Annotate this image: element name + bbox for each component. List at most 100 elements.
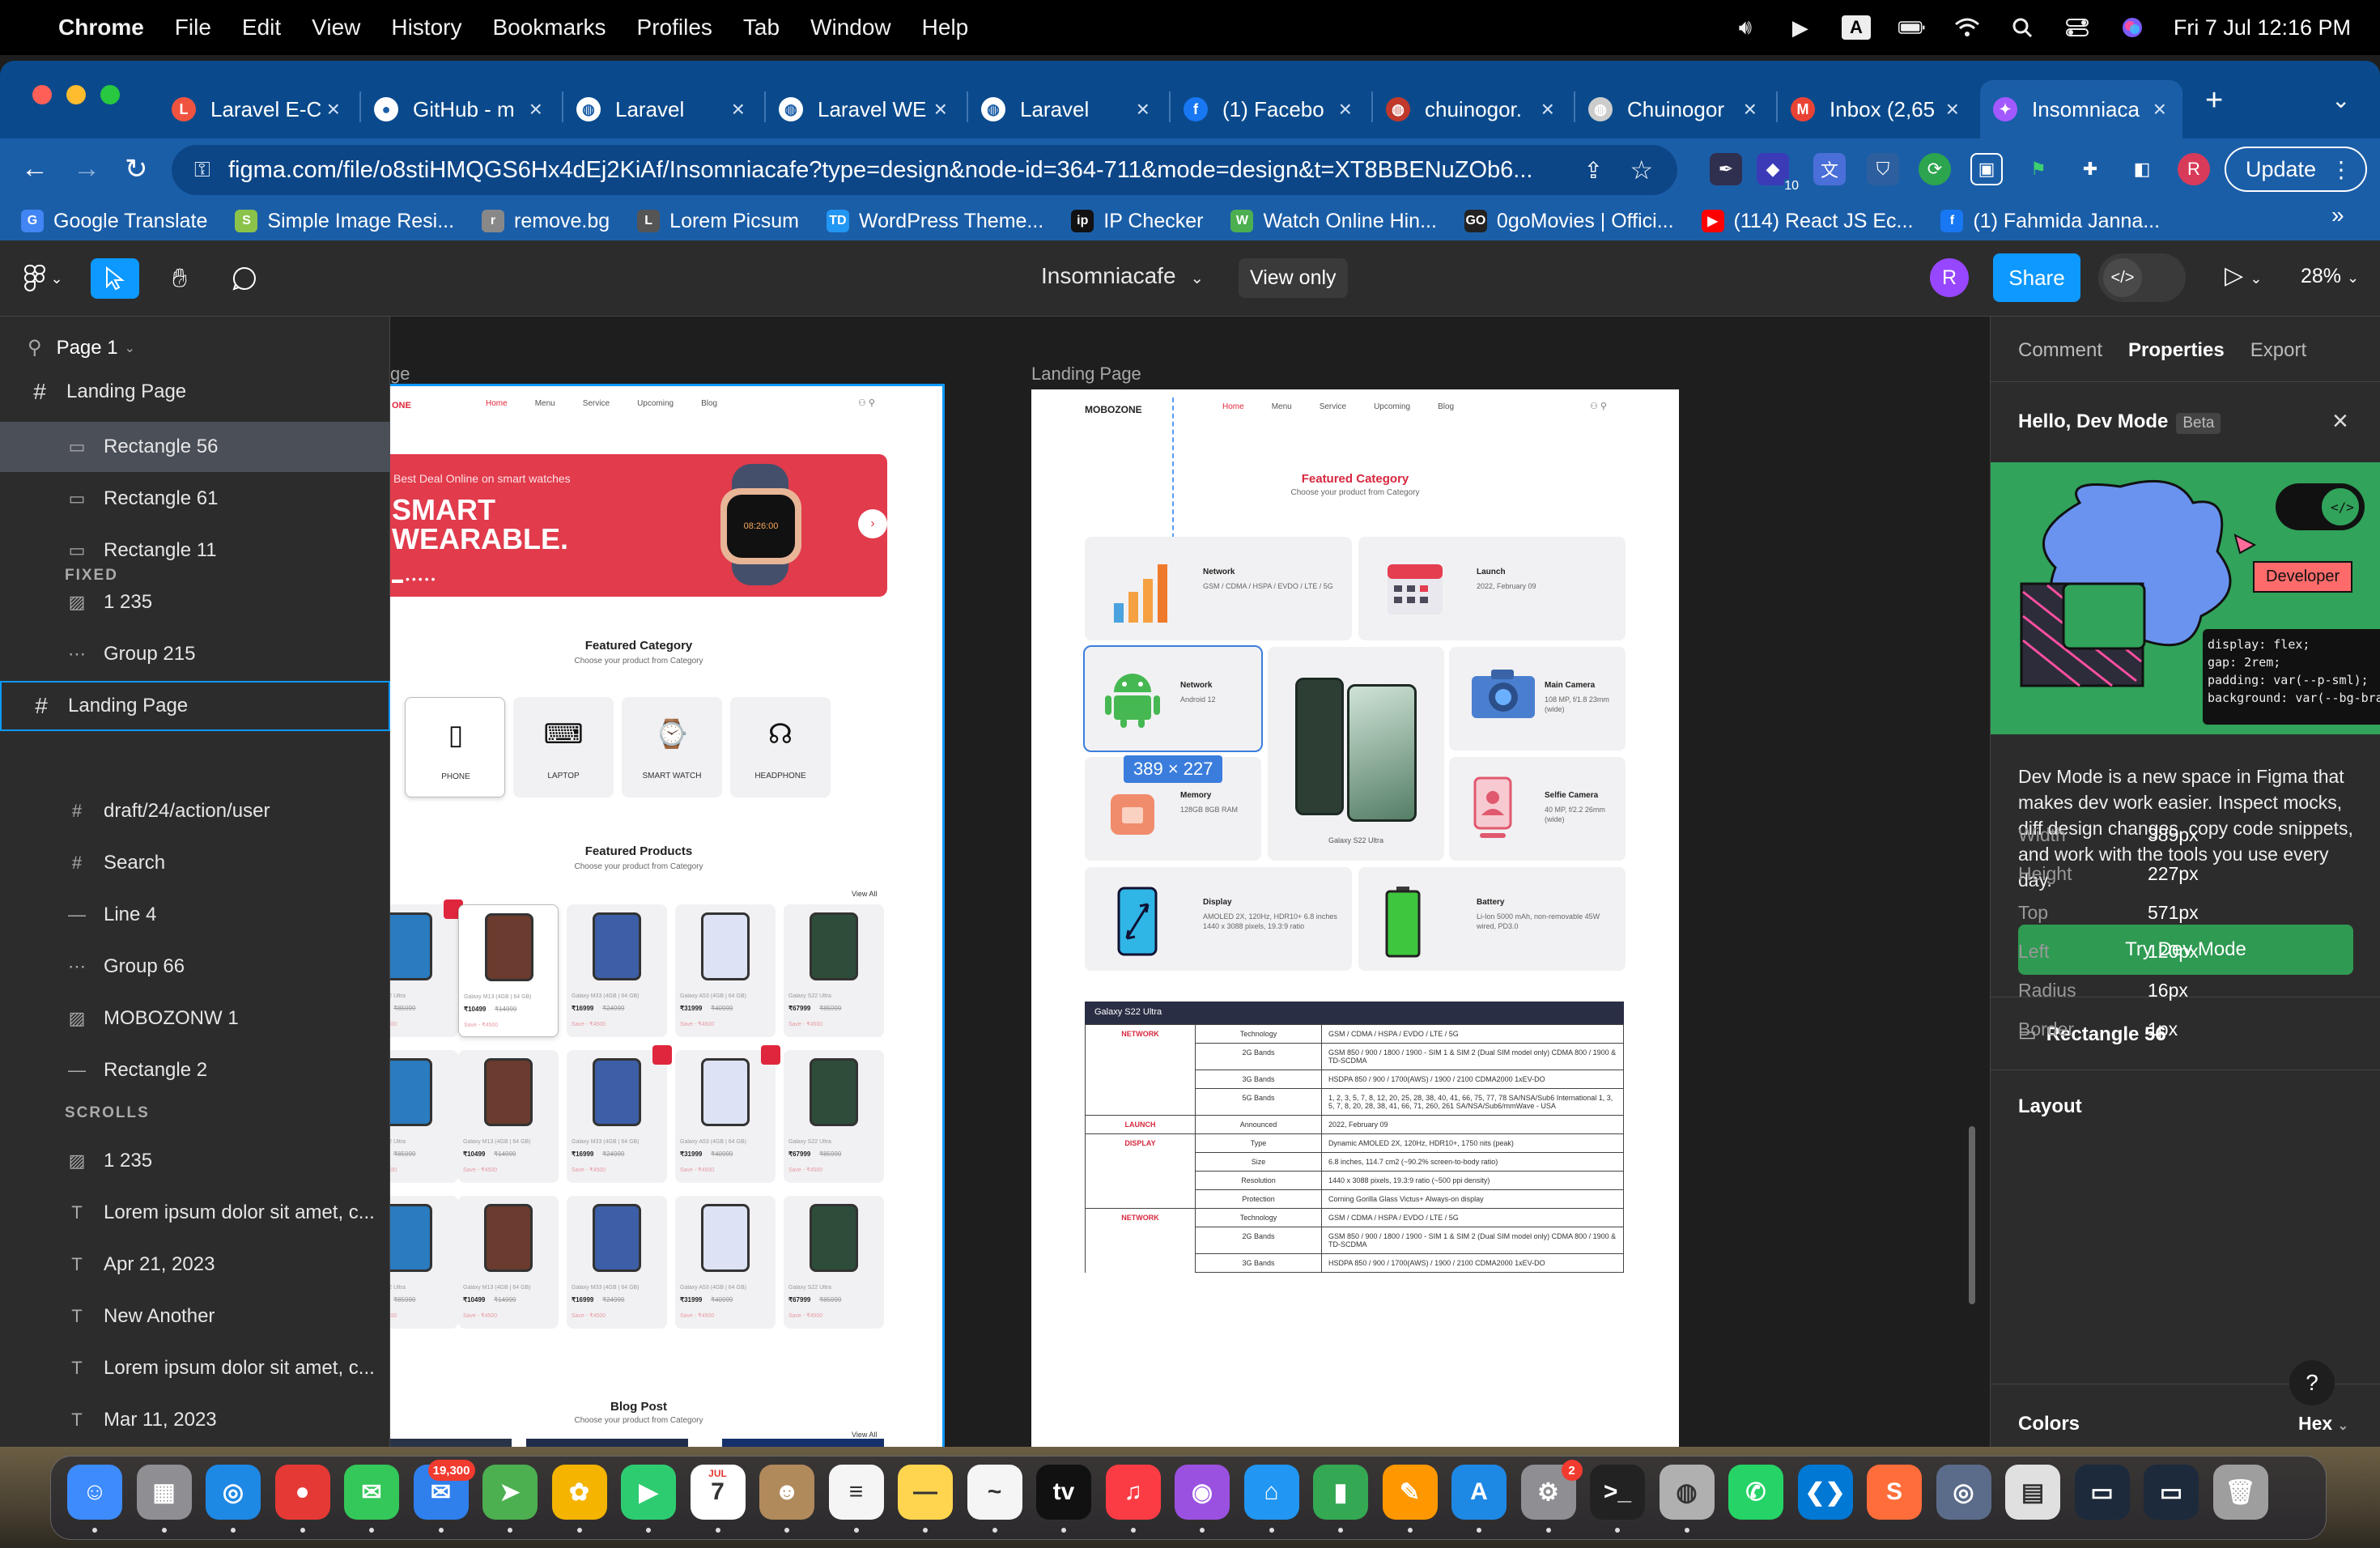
product-card[interactable]: Galaxy S22 Ultra ₹67999 ₹85999 Save - ₹4500 xyxy=(784,1050,884,1183)
forward-arrow-icon[interactable]: → xyxy=(73,153,100,185)
nav-upcoming-r[interactable]: Upcoming xyxy=(1374,402,1410,411)
runner-extension-icon[interactable]: ⚑ xyxy=(2022,153,2055,185)
browser-tab[interactable]: L Laravel E-C × xyxy=(159,80,356,138)
tab-close-icon[interactable]: × xyxy=(1339,96,1352,122)
share-button[interactable]: Share xyxy=(1993,253,2080,302)
notes-icon[interactable]: — xyxy=(898,1465,953,1520)
pages-icon[interactable]: ✎ xyxy=(1382,1465,1438,1520)
bookmark-item[interactable]: W Watch Online Hin... xyxy=(1230,210,1437,233)
bookmark-item[interactable]: ▶ (114) React JS Ec... xyxy=(1701,210,1913,233)
canvas-scrollbar[interactable] xyxy=(1969,1126,1975,1304)
phone-showcase-card[interactable]: Galaxy S22 Ultra xyxy=(1268,647,1444,861)
nav-blog-r[interactable]: Blog xyxy=(1438,402,1454,411)
product-card[interactable]: Galaxy A53 (4GB | 64 GB) ₹31999 ₹40999 Save… xyxy=(675,904,776,1037)
share-page-icon[interactable]: ⇪ xyxy=(1584,157,1603,184)
tab-close-icon[interactable]: × xyxy=(1137,96,1150,122)
trash-icon[interactable]: 🗑 xyxy=(2212,1465,2268,1520)
bookmark-item[interactable]: GO 0goMovies | Offici... xyxy=(1464,210,1674,233)
layer-row[interactable]: ▭ Rectangle 56 xyxy=(0,422,390,472)
music-icon[interactable]: ♫ xyxy=(1105,1465,1161,1520)
browser-tab[interactable]: ◍ Laravel WE × xyxy=(766,80,963,138)
tab-properties[interactable]: Properties xyxy=(2128,339,2225,362)
product-card[interactable]: Galaxy M33 (4GB | 64 GB) ₹16999 ₹24999 Save… xyxy=(567,904,667,1037)
nav-menu[interactable]: Menu xyxy=(535,399,555,408)
nav-service-r[interactable]: Service xyxy=(1320,402,1346,411)
property-value[interactable]: 571px xyxy=(2148,902,2199,923)
layer-row[interactable]: # Landing Page xyxy=(0,367,390,417)
finder-icon[interactable]: ☺ xyxy=(67,1465,122,1520)
spec-card[interactable]: Launch 2022, February 09 xyxy=(1358,537,1626,640)
site-info-icon[interactable]: ⚿ xyxy=(194,157,210,183)
browser-tab[interactable]: ◍ chuinogor. × xyxy=(1373,80,1570,138)
layer-row[interactable]: T Lorem ipsum dolor sit amet, c... xyxy=(0,1188,390,1238)
app-store-icon[interactable]: A xyxy=(1451,1465,1507,1520)
browser-tab[interactable]: ◍ Chuinogor × xyxy=(1575,80,1773,138)
menu-edit[interactable]: Edit xyxy=(242,15,281,40)
menu-profiles[interactable]: Profiles xyxy=(637,15,712,40)
control-center-icon[interactable] xyxy=(2063,15,2091,40)
bookmark-item[interactable]: G Google Translate xyxy=(21,210,207,233)
property-value[interactable]: 389px xyxy=(2148,824,2199,845)
new-tab-icon[interactable]: + xyxy=(2205,83,2223,118)
nav-home[interactable]: Home xyxy=(486,399,508,408)
frame-label-right[interactable]: Landing Page xyxy=(1031,364,1141,385)
browser-tab[interactable]: f (1) Facebo × xyxy=(1171,80,1368,138)
layer-row[interactable]: T New Another xyxy=(0,1291,390,1342)
menu-file[interactable]: File xyxy=(175,15,211,40)
calendar-icon[interactable]: 7 JUL xyxy=(690,1465,746,1520)
spec-card[interactable]: Main Camera 108 MP, f/1.8 23mm (wide) xyxy=(1449,647,1626,751)
shield-extension-icon[interactable]: ⛉ xyxy=(1867,153,1899,185)
menubar-clock[interactable]: Fri 7 Jul 12:16 PM xyxy=(2174,15,2351,40)
category-card[interactable]: ⌚ SMART WATCH xyxy=(622,697,722,797)
present-play-icon[interactable]: ▷ ⌄ xyxy=(2225,262,2263,290)
maps-icon[interactable]: ➤ xyxy=(482,1465,538,1520)
user-search-icons-r[interactable]: ⚇ ⚲ xyxy=(1590,401,1607,411)
layer-row[interactable]: ▨ 1 235 xyxy=(0,1136,390,1186)
refresh-extension-icon[interactable]: ⟳ xyxy=(1919,153,1951,185)
hand-tool-icon[interactable]: ✋︎ xyxy=(159,258,201,299)
facetime-icon[interactable]: ▶ xyxy=(621,1465,676,1520)
product-card[interactable]: Galaxy S22 Ultra ₹67999 ₹85999 Save - ₹4500 xyxy=(784,904,884,1037)
product-card[interactable]: Galaxy A53 (4GB | 64 GB) ₹31999 ₹40999 Save… xyxy=(675,1196,776,1329)
extension-badge-icon[interactable]: ◆ 10 xyxy=(1757,153,1799,194)
terminal-icon[interactable]: >_ xyxy=(1590,1465,1645,1520)
user-search-icons[interactable]: ⚇ ⚲ xyxy=(858,398,875,408)
reminders-icon[interactable]: ≡ xyxy=(828,1465,884,1520)
menu-app-name[interactable]: Chrome xyxy=(58,15,144,40)
category-card[interactable]: ▯ PHONE xyxy=(405,697,505,797)
bookmark-item[interactable]: S Simple Image Resi... xyxy=(235,210,454,233)
menu-history[interactable]: History xyxy=(391,15,461,40)
layer-row[interactable]: # Search xyxy=(0,838,390,888)
nav-upcoming[interactable]: Upcoming xyxy=(637,399,674,408)
tab-close-icon[interactable]: × xyxy=(1744,96,1757,122)
figma-main-menu-icon[interactable]: ⌄ xyxy=(19,258,68,299)
tab-close-icon[interactable]: × xyxy=(2153,96,2166,122)
update-chrome-button[interactable]: Update ⋮ xyxy=(2225,147,2367,192)
disk-utility-icon[interactable]: ◍ xyxy=(1659,1465,1715,1520)
bookmark-star-icon[interactable]: ☆ xyxy=(1630,155,1653,185)
system-settings-icon[interactable]: ⚙ 2 xyxy=(1520,1460,1583,1520)
nav-service[interactable]: Service xyxy=(583,399,610,408)
product-card[interactable]: Galaxy M13 (4GB | 64 GB) ₹10499 ₹14999 Save… xyxy=(458,904,559,1037)
photos-icon[interactable]: ✿ xyxy=(551,1465,607,1520)
input-source-icon[interactable]: A xyxy=(1841,15,1871,40)
search-icon[interactable]: ⚲ xyxy=(28,336,42,359)
tv-icon[interactable]: tv xyxy=(1036,1465,1091,1520)
close-icon[interactable]: × xyxy=(2332,406,2348,437)
user-avatar[interactable]: R xyxy=(1930,258,1969,297)
color-format-select[interactable]: Hex ⌄ xyxy=(2298,1413,2348,1435)
close-window-button[interactable] xyxy=(32,85,52,104)
layer-row[interactable]: ▭ Rectangle 61 xyxy=(0,474,390,524)
layer-row[interactable]: ▨ 1 235 xyxy=(0,577,390,627)
nav-blog[interactable]: Blog xyxy=(701,399,717,408)
product-card[interactable]: Galaxy M33 (4GB | 64 GB) ₹16999 ₹24999 Save… xyxy=(567,1045,672,1183)
bookmark-item[interactable]: r remove.bg xyxy=(482,210,610,233)
sublime-icon[interactable]: S xyxy=(1867,1465,1922,1520)
bookmark-item[interactable]: TD WordPress Theme... xyxy=(826,210,1043,233)
property-value[interactable]: 120px xyxy=(2148,941,2199,962)
file-name[interactable]: Insomniacafe ⌄ xyxy=(1041,263,1204,289)
layer-row[interactable]: ▨ MOBOZONW 1 xyxy=(0,993,390,1044)
bookmark-item[interactable]: f (1) Fahmida Janna... xyxy=(1940,210,2160,233)
siri-icon[interactable] xyxy=(2119,15,2146,40)
profile-avatar[interactable]: R xyxy=(2178,153,2210,185)
